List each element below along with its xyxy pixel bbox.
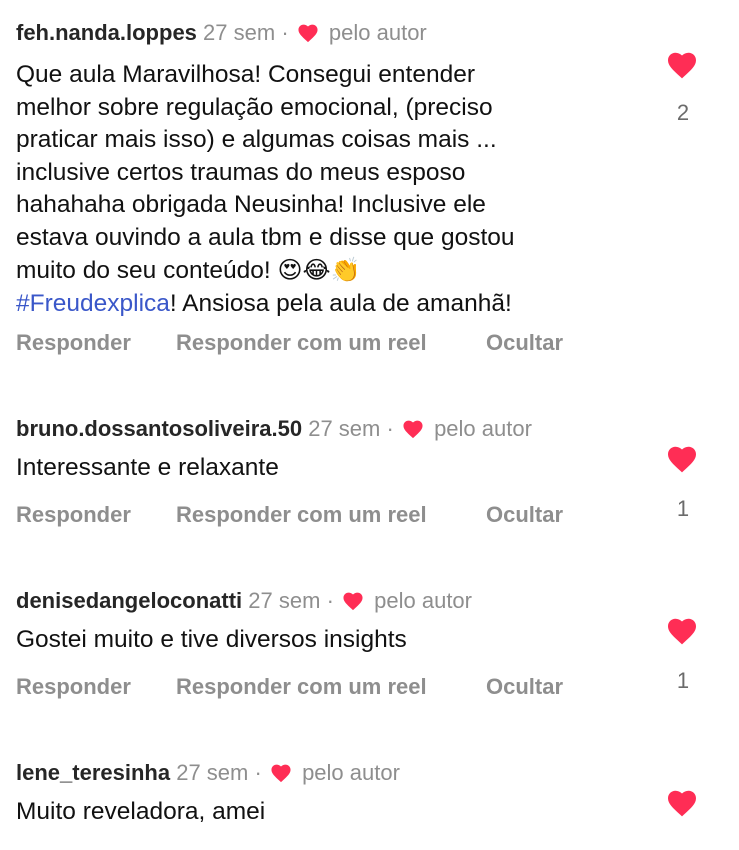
comment-text-line: #Freudexplica! Ansiosa pela aula de aman… bbox=[16, 288, 656, 321]
comment-text-segment: muito do seu conteúdo! bbox=[16, 257, 271, 284]
hide-button[interactable]: Ocultar bbox=[486, 500, 563, 530]
comment-meta: denisedangeloconatti 27 sem · pelo autor bbox=[16, 586, 472, 619]
hide-button[interactable]: Ocultar bbox=[486, 672, 563, 702]
like-count: 2 bbox=[676, 100, 690, 125]
liked-by-author-label: pelo autor bbox=[434, 416, 532, 441]
heart-icon[interactable] bbox=[666, 788, 700, 818]
like-count: 1 bbox=[676, 496, 690, 521]
comment-text: Interessante e relaxante bbox=[16, 454, 279, 481]
emoji-group: 😍😂👏 bbox=[277, 256, 361, 284]
heart-icon[interactable] bbox=[666, 616, 700, 646]
small-heart-icon bbox=[402, 417, 424, 447]
heart-icon[interactable] bbox=[666, 444, 700, 474]
comment-text: Que aula Maravilhosa! Consegui entender … bbox=[16, 59, 656, 320]
comment-text-line: melhor sobre regulação emocional, (preci… bbox=[16, 93, 493, 121]
comment-text-line: Que aula Maravilhosa! Consegui entender bbox=[16, 61, 475, 88]
separator-dot: · bbox=[254, 760, 262, 785]
liked-by-author-label: pelo autor bbox=[374, 588, 472, 613]
liked-by-author-label: pelo autor bbox=[302, 760, 400, 785]
comment-text-segment: ! Ansiosa pela aula de amanhã! bbox=[169, 289, 512, 317]
heart-icon[interactable] bbox=[666, 50, 700, 80]
comment-text-line: inclusive certos traumas do meus esposo bbox=[16, 158, 466, 186]
comment-text: Muito reveladora, amei bbox=[16, 798, 266, 825]
comment-text-line: estava ouvindo a aula tbm e disse que go… bbox=[16, 223, 515, 251]
comment-username[interactable]: bruno.dossantosoliveira.50 bbox=[16, 416, 302, 441]
liked-by-author-label: pelo autor bbox=[328, 20, 427, 45]
small-heart-icon bbox=[270, 761, 292, 791]
separator-dot: · bbox=[386, 416, 394, 441]
reply-button[interactable]: Responder bbox=[16, 672, 131, 702]
like-count: 1 bbox=[676, 668, 690, 693]
comment-time: 27 sem bbox=[308, 416, 381, 441]
hide-button[interactable]: Ocultar bbox=[486, 328, 563, 358]
reply-with-reel-button[interactable]: Responder com um reel bbox=[176, 328, 427, 358]
comment-text-line: muito do seu conteúdo! 😍😂👏 bbox=[16, 254, 656, 288]
reply-with-reel-button[interactable]: Responder com um reel bbox=[176, 672, 427, 702]
comment-time: 27 sem bbox=[248, 588, 321, 613]
comment-time: 27 sem bbox=[176, 760, 249, 785]
reply-button[interactable]: Responder bbox=[16, 500, 131, 530]
comment-meta: lene_teresinha 27 sem · pelo autor bbox=[16, 758, 400, 791]
reply-with-reel-button[interactable]: Responder com um reel bbox=[176, 500, 427, 530]
comment-username[interactable]: denisedangeloconatti bbox=[16, 588, 242, 613]
comment-username[interactable]: feh.nanda.loppes bbox=[16, 20, 197, 45]
separator-dot: · bbox=[326, 588, 334, 613]
comment-meta: feh.nanda.loppes 27 sem · pelo autor bbox=[16, 18, 427, 51]
comment-time: 27 sem bbox=[203, 20, 276, 45]
comment-meta: bruno.dossantosoliveira.50 27 sem · pelo… bbox=[16, 414, 532, 447]
comment-text-line: praticar mais isso) e algumas coisas mai… bbox=[16, 126, 497, 153]
hashtag-link[interactable]: #Freudexplica bbox=[16, 290, 170, 317]
comment-text: Gostei muito e tive diversos insights bbox=[16, 626, 407, 653]
separator-dot: · bbox=[281, 20, 289, 45]
small-heart-icon bbox=[297, 21, 319, 51]
comment-username[interactable]: lene_teresinha bbox=[16, 760, 170, 785]
small-heart-icon bbox=[342, 589, 364, 619]
reply-button[interactable]: Responder bbox=[16, 328, 131, 358]
comment-text-line: hahahaha obrigada Neusinha! Inclusive el… bbox=[16, 191, 486, 218]
